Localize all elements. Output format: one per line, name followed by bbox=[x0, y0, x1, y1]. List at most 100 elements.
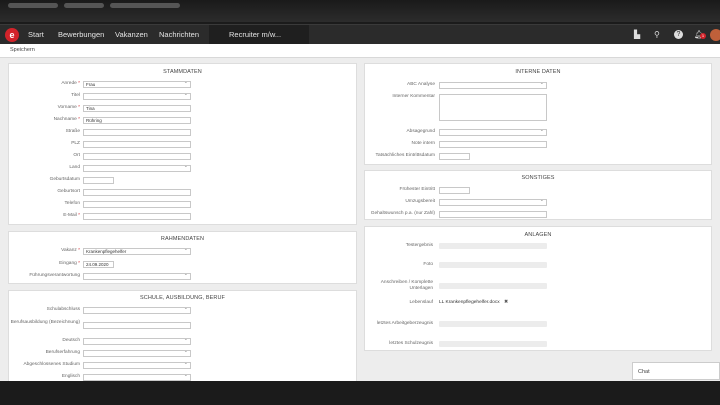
lebenslauf-label: Lebenslauf bbox=[409, 300, 433, 305]
save-button[interactable]: Speichern bbox=[10, 47, 35, 53]
geburtsort-label: Geburtsort bbox=[57, 189, 80, 194]
panel-title: ANLAGEN bbox=[524, 232, 552, 238]
vorname-label: Vorname * bbox=[57, 105, 80, 110]
panel-stammdaten: STAMMDATEN Anrede * Frau Titel Vorname *… bbox=[8, 63, 357, 225]
top-navbar: e Start Bewerbungen Vakanzen Nachrichten… bbox=[0, 24, 720, 45]
schulzeugnis-upload[interactable] bbox=[439, 341, 547, 347]
email-input[interactable] bbox=[83, 213, 191, 220]
vakanz-select[interactable]: Krankenpflegehelfer bbox=[83, 248, 191, 255]
anrede-select[interactable]: Frau bbox=[83, 81, 191, 88]
eintritt-label: Tatsächliches Eintrittsdatum bbox=[375, 153, 435, 158]
panel-title: SCHULE, AUSBILDUNG, BERUF bbox=[139, 295, 226, 301]
panel-title: INTERNE DATEN bbox=[515, 69, 561, 75]
testergebnis-upload[interactable] bbox=[439, 243, 547, 249]
umzug-label: Umzugsbereit bbox=[405, 199, 435, 204]
englisch-label: Englisch bbox=[61, 374, 80, 379]
nav-vakanzen[interactable]: Vakanzen bbox=[115, 30, 148, 39]
nav-nachrichten[interactable]: Nachrichten bbox=[159, 30, 199, 39]
absagegrund-label: Absagegrund bbox=[406, 129, 435, 134]
eintritt-input[interactable] bbox=[439, 153, 470, 160]
anrede-label: Anrede * bbox=[61, 81, 80, 86]
abc-label: ABC Analyse bbox=[407, 82, 435, 87]
geburtsort-input[interactable] bbox=[83, 189, 191, 196]
email-label: E-Mail * bbox=[63, 213, 80, 218]
foto-label: Foto bbox=[423, 262, 433, 267]
bottom-shade bbox=[0, 381, 720, 405]
note-label: Note intern bbox=[411, 141, 435, 146]
help-icon[interactable]: ? bbox=[674, 30, 683, 39]
plz-input[interactable] bbox=[83, 141, 191, 148]
panel-title: STAMMDATEN bbox=[163, 69, 202, 75]
schulabschluss-select[interactable] bbox=[83, 307, 191, 314]
avatar[interactable] bbox=[710, 29, 720, 41]
chat-widget[interactable]: Chat bbox=[632, 362, 720, 380]
umzug-select[interactable] bbox=[439, 199, 547, 206]
berufsausbildung-input[interactable] bbox=[83, 322, 191, 329]
panel-sonstiges: SONSTIGES Frühester Eintritt Umzugsberei… bbox=[364, 170, 712, 220]
eingang-label: Eingang * bbox=[59, 261, 80, 266]
absagegrund-select[interactable] bbox=[439, 129, 547, 136]
berufsausbildung-label: Berufsausbildung (Bezeichnung) bbox=[10, 320, 80, 325]
gehalt-input[interactable] bbox=[439, 211, 547, 218]
remove-file-icon[interactable]: ✖ bbox=[504, 300, 508, 306]
panel-title: RAHMENDATEN bbox=[160, 236, 205, 242]
kommentar-textarea[interactable] bbox=[439, 94, 547, 121]
main-content: Speichern STAMMDATEN Anrede * Frau Titel… bbox=[0, 44, 720, 405]
notification-badge: 1 bbox=[700, 33, 706, 39]
tab-recruiter-label[interactable]: Recruiter m/w... bbox=[229, 30, 281, 39]
ort-input[interactable] bbox=[83, 153, 191, 160]
browser-tab-strip bbox=[0, 0, 720, 22]
bookmark-icon[interactable]: ▙ bbox=[634, 30, 640, 40]
gehalt-label: Gehaltswunsch p.a. (nur Zahl) bbox=[370, 211, 435, 216]
titel-select[interactable] bbox=[83, 93, 191, 100]
lebenslauf-file[interactable]: LL Krankenpflegehelfer.docx bbox=[439, 300, 500, 306]
note-input[interactable] bbox=[439, 141, 547, 148]
schulzeugnis-label: letztes Schulzeugnis bbox=[389, 341, 433, 346]
kommentar-label: Interner Kommentar bbox=[392, 94, 435, 99]
nav-start[interactable]: Start bbox=[28, 30, 44, 39]
foto-upload[interactable] bbox=[439, 262, 547, 268]
testergebnis-label: Testergebnis bbox=[405, 243, 433, 248]
nachname-label: Nachname * bbox=[53, 117, 80, 122]
studium-select[interactable] bbox=[83, 362, 191, 369]
englisch-select[interactable] bbox=[83, 374, 191, 381]
arbeitszeugnis-label: letztes Arbeitgeberzeugnis bbox=[376, 321, 433, 326]
land-select[interactable] bbox=[83, 165, 191, 172]
search-icon[interactable]: ⚲ bbox=[654, 30, 660, 40]
studium-label: Abgeschlossenes Studium bbox=[23, 362, 80, 367]
toolbar: Speichern bbox=[0, 44, 720, 58]
geburtsdatum-input[interactable] bbox=[83, 177, 114, 184]
nav-bewerbungen[interactable]: Bewerbungen bbox=[58, 30, 104, 39]
app-logo[interactable]: e bbox=[5, 28, 19, 42]
arbeitszeugnis-upload[interactable] bbox=[439, 321, 547, 327]
berufserfahrung-select[interactable] bbox=[83, 350, 191, 357]
schulabschluss-label: Schulabschluss bbox=[46, 307, 80, 312]
telefon-label: Telefon bbox=[64, 201, 80, 206]
vorname-input[interactable]: Tina bbox=[83, 105, 191, 112]
geburtsdatum-label: Geburtsdatum bbox=[49, 177, 80, 182]
abc-select[interactable] bbox=[439, 82, 547, 89]
panel-interne-daten: INTERNE DATEN ABC Analyse Interner Komme… bbox=[364, 63, 712, 165]
strasse-input[interactable] bbox=[83, 129, 191, 136]
panel-anlagen: ANLAGEN Testergebnis Foto Anschreiben / … bbox=[364, 226, 712, 351]
vakanz-label: Vakanz * bbox=[61, 248, 80, 253]
fuehrung-select[interactable] bbox=[83, 273, 191, 280]
eingang-input[interactable]: 24.09.2020 bbox=[83, 261, 114, 268]
deutsch-label: Deutsch bbox=[62, 338, 80, 343]
anschreiben-upload[interactable] bbox=[439, 283, 547, 289]
fuehrung-label: Führungsverantwortung bbox=[29, 273, 80, 278]
deutsch-select[interactable] bbox=[83, 338, 191, 345]
titel-label: Titel bbox=[71, 93, 80, 98]
anschreiben-label: Anschreiben / Komplette Unterlagen bbox=[380, 280, 433, 291]
fruehester-eintritt-label: Frühester Eintritt bbox=[399, 187, 435, 192]
nachname-input[interactable]: Rühring bbox=[83, 117, 191, 124]
strasse-label: Straße bbox=[65, 129, 80, 134]
panel-rahmendaten: RAHMENDATEN Vakanz * Krankenpflegehelfer… bbox=[8, 231, 357, 284]
land-label: Land bbox=[69, 165, 80, 170]
telefon-input[interactable] bbox=[83, 201, 191, 208]
plz-label: PLZ bbox=[71, 141, 80, 146]
panel-title: SONSTIGES bbox=[521, 175, 555, 181]
ort-label: Ort bbox=[73, 153, 80, 158]
berufserfahrung-label: Berufserfahrung bbox=[45, 350, 80, 355]
fruehester-eintritt-input[interactable] bbox=[439, 187, 470, 194]
